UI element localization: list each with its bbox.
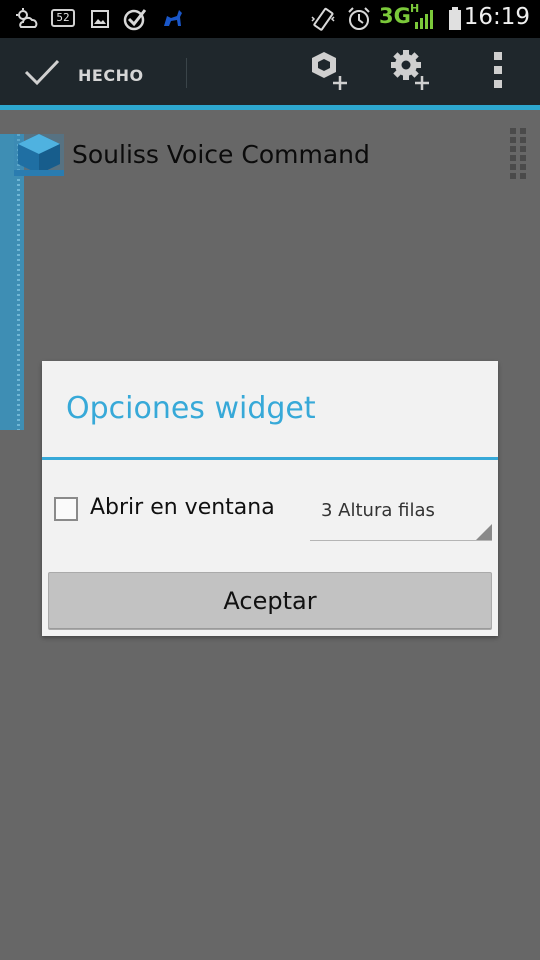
done-label: HECHO xyxy=(78,66,144,85)
alarm-icon xyxy=(345,6,373,32)
dialog-title-divider xyxy=(42,457,498,460)
battery-icon xyxy=(446,6,464,32)
network-type: 3G xyxy=(379,4,411,28)
gallery-icon xyxy=(89,6,111,32)
action-divider xyxy=(186,58,187,88)
action-bar-underline xyxy=(0,105,540,110)
spinner-value: 3 Altura filas xyxy=(321,500,435,521)
check-circle-icon xyxy=(122,6,148,32)
accept-button[interactable]: Aceptar xyxy=(48,572,492,630)
checkbox-label[interactable]: Abrir en ventana xyxy=(90,495,275,520)
overflow-menu-icon xyxy=(492,51,504,93)
notification-badge: 52 xyxy=(51,9,75,27)
widget-options-dialog: Opciones widget Abrir en ventana 3 Altur… xyxy=(42,361,498,636)
add-settings-icon xyxy=(388,48,432,96)
weather-icon xyxy=(14,6,40,32)
app-cube-icon xyxy=(12,130,66,178)
dialog-title: Opciones widget xyxy=(66,391,316,426)
add-widget-button[interactable] xyxy=(292,38,364,106)
widget-title: Souliss Voice Command xyxy=(72,140,370,169)
open-in-window-checkbox[interactable] xyxy=(54,497,78,521)
vibrate-icon xyxy=(309,6,337,32)
overflow-menu-button[interactable] xyxy=(462,38,534,106)
signal-icon xyxy=(412,6,436,32)
spinner-arrow-icon xyxy=(476,524,492,540)
row-height-spinner[interactable]: 3 Altura filas xyxy=(310,485,492,541)
add-settings-button[interactable] xyxy=(374,38,446,106)
drag-handle-icon[interactable] xyxy=(510,128,528,182)
animal-app-icon xyxy=(160,6,186,32)
add-widget-icon xyxy=(306,48,350,96)
checkmark-icon xyxy=(24,58,60,92)
status-bar: 52 3G H 16:19 xyxy=(0,0,540,38)
clock: 16:19 xyxy=(463,4,530,30)
